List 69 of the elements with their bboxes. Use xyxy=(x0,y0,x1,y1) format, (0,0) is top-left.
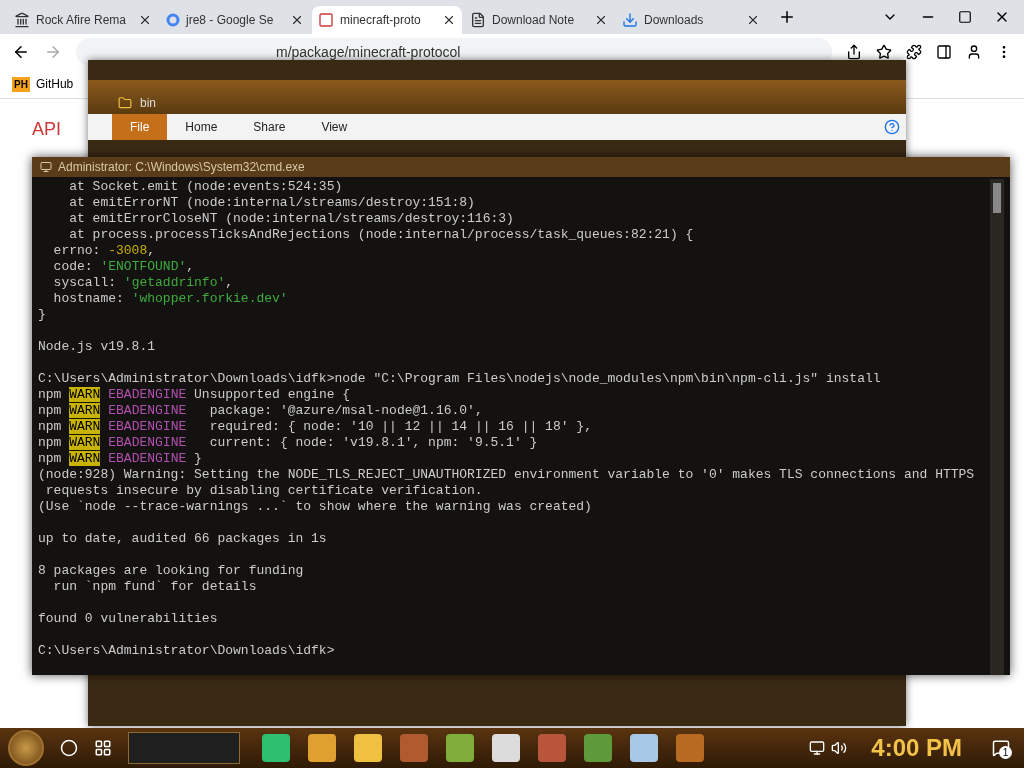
network-icon[interactable] xyxy=(809,740,826,756)
close-icon[interactable] xyxy=(746,13,760,27)
terminal-line: at Socket.emit (node:events:524:35) xyxy=(68,179,344,195)
ribbon-tab[interactable]: File xyxy=(112,114,168,140)
task-view-icon[interactable] xyxy=(94,739,112,757)
terminal-line: requests insecure by disabling certificate verification. xyxy=(44,483,484,499)
ribbon-tab[interactable]: Share xyxy=(235,114,304,140)
terminal-line: npm WARN EBADENGINE } xyxy=(38,451,203,467)
notification-button[interactable]: 1 xyxy=(986,733,1016,763)
building-icon xyxy=(14,12,30,28)
terminal-line: up to date, audited 66 packages in 1s xyxy=(38,531,328,547)
console-icon xyxy=(40,161,52,173)
terminal-line: (Use `node --trace-warnings ...` to show where the warning was created) xyxy=(38,499,593,515)
terminal-line: at process.processTicksAndRejections (node:internal/process/task_queues:82:21) { xyxy=(68,227,695,243)
terminal-line: 8 packages are looking for funding xyxy=(38,563,305,579)
close-icon[interactable] xyxy=(290,13,304,27)
page-link[interactable]: API xyxy=(32,119,61,139)
avatar-icon[interactable] xyxy=(966,44,982,60)
start-button[interactable] xyxy=(8,730,44,766)
browser-tab[interactable]: Download Note xyxy=(464,6,614,34)
terminal-line: found 0 vulnerabilities xyxy=(38,611,219,627)
close-icon[interactable] xyxy=(594,13,608,27)
square-icon xyxy=(318,12,334,28)
terminal-line: Node.js v19.8.1 xyxy=(38,339,157,355)
terminal-line: at emitErrorCloseNT (node:internal/streams/destroy:116:3) xyxy=(68,211,515,227)
terminal-line: (node:928) Warning: Setting the NODE_TLS_REJECT_UNAUTHORIZED environment variable to '0' makes TLS connections and HTTPS xyxy=(38,467,976,483)
close-icon[interactable] xyxy=(138,13,152,27)
terminal-line: npm WARN EBADENGINE current: { node: 'v19.8.1', npm: '9.5.1' } xyxy=(38,435,539,451)
ribbon-tab[interactable]: View xyxy=(303,114,366,140)
terminal-line: code: 'ENOTFOUND', xyxy=(52,259,196,275)
ribbon-tab[interactable]: Home xyxy=(167,114,236,140)
bookmark-link[interactable]: GitHub xyxy=(35,77,74,91)
browser-tab[interactable]: minecraft-proto xyxy=(312,6,462,34)
share-icon[interactable] xyxy=(846,44,862,60)
terminal-line: syscall: 'getaddrinfo', xyxy=(52,275,235,291)
download-icon xyxy=(622,12,638,28)
notepad-icon xyxy=(470,12,486,28)
maximize-icon[interactable] xyxy=(958,10,972,24)
back-icon[interactable] xyxy=(12,43,30,61)
terminal-line: npm WARN EBADENGINE required: { node: '10 || 12 || 14 || 16 || 18' }, xyxy=(38,419,593,435)
terminal-line: } xyxy=(38,307,47,323)
star-icon[interactable] xyxy=(876,44,892,60)
window-title: Administrator: C:\Windows\System32\cmd.exe xyxy=(58,160,305,174)
browser-tab[interactable]: Rock Afire Rema xyxy=(8,6,158,34)
terminal-line: errno: -3008, xyxy=(52,243,157,259)
window-title: bin xyxy=(140,96,156,110)
terminal-line: hostname: 'whopper.forkie.dev' xyxy=(52,291,289,307)
notification-count: 1 xyxy=(999,746,1012,759)
terminal-line: C:\Users\Administrator\Downloads\idfk>node "C:\Program Files\nodejs\node_modules\npm\bin\npm-cli.js" install xyxy=(38,371,882,387)
terminal-line: run `npm fund` for details xyxy=(52,579,258,595)
search-field[interactable] xyxy=(128,732,240,764)
terminal-line: npm WARN EBADENGINE package: '@azure/msal-node@1.16.0', xyxy=(38,403,484,419)
bookmark-favicon: PH xyxy=(12,76,30,92)
new-tab-icon[interactable] xyxy=(778,8,796,26)
scrollbar[interactable] xyxy=(990,179,1004,675)
browser-tab[interactable]: jre8 - Google Se xyxy=(160,6,310,34)
volume-icon[interactable] xyxy=(831,740,848,756)
terminal-line: C:\Users\Administrator\Downloads\idfk> xyxy=(38,643,336,659)
clock[interactable]: 4:00 PM xyxy=(871,734,962,762)
browser-tab[interactable]: Downloads xyxy=(616,6,766,34)
terminal-line: npm WARN EBADENGINE Unsupported engine { xyxy=(38,387,352,403)
folder-icon xyxy=(118,96,132,110)
message-icon xyxy=(992,739,1010,757)
help-icon[interactable] xyxy=(884,119,900,135)
puzzle-icon[interactable] xyxy=(906,44,922,60)
side-panel-icon[interactable] xyxy=(936,44,952,60)
close-icon[interactable] xyxy=(442,13,456,27)
circle-icon[interactable] xyxy=(60,739,78,757)
terminal-line: at emitErrorNT (node:internal/streams/destroy:151:8) xyxy=(68,195,476,211)
